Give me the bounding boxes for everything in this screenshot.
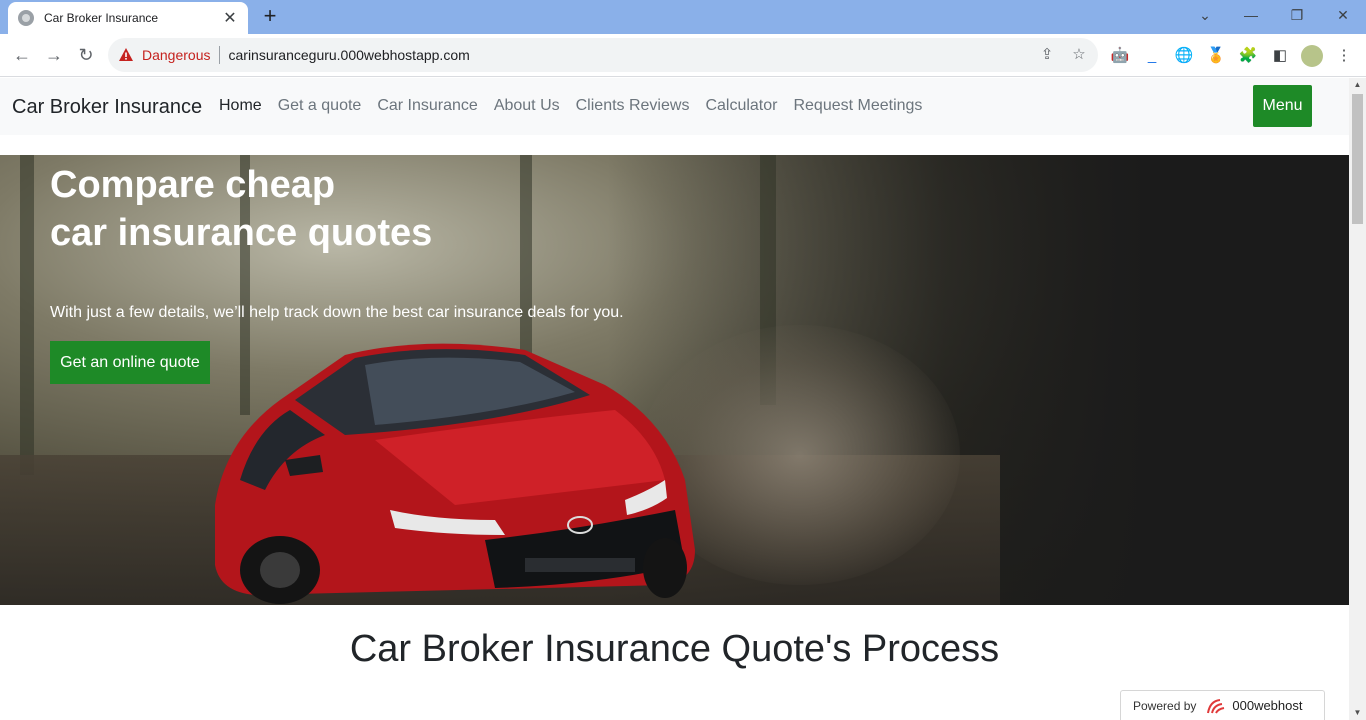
profile-avatar[interactable]: [1301, 45, 1323, 67]
globe-extension-icon[interactable]: 🌐: [1174, 46, 1194, 66]
side-panel-icon[interactable]: ◧: [1270, 46, 1290, 66]
puzzle-extensions-icon[interactable]: 🧩: [1238, 46, 1258, 66]
000webhost-logo-icon: [1207, 698, 1225, 714]
hero-banner: Compare cheap car insurance quotes With …: [0, 155, 1349, 605]
share-icon[interactable]: ⇪: [1038, 46, 1056, 64]
url-text[interactable]: carinsuranceguru.000webhostapp.com: [229, 47, 470, 63]
new-tab-button[interactable]: +: [258, 5, 282, 29]
close-window-button[interactable]: ✕: [1320, 4, 1366, 28]
nav-link-about-us[interactable]: About Us: [494, 97, 560, 115]
nav-link-car-insurance[interactable]: Car Insurance: [377, 97, 478, 115]
scrollbar-thumb[interactable]: [1352, 94, 1363, 224]
robot-extension-icon[interactable]: 🤖: [1110, 46, 1130, 66]
nav-link-home[interactable]: Home: [219, 97, 262, 115]
minus-extension-icon[interactable]: _: [1142, 46, 1162, 66]
site-navbar: Car Broker Insurance Home Get a quote Ca…: [0, 78, 1349, 135]
close-tab-icon[interactable]: ✕: [222, 8, 238, 28]
powered-by-badge[interactable]: Powered by 000webhost: [1120, 690, 1325, 720]
page-viewport: Car Broker Insurance Home Get a quote Ca…: [0, 78, 1349, 720]
hero-title-line2: car insurance quotes: [50, 212, 433, 254]
bookmark-star-icon[interactable]: ☆: [1070, 46, 1088, 64]
forward-button[interactable]: →: [41, 43, 67, 69]
tab-search-icon[interactable]: ⌄: [1182, 4, 1228, 28]
hero-title: Compare cheap car insurance quotes: [50, 161, 432, 257]
nav-link-clients-reviews[interactable]: Clients Reviews: [576, 97, 690, 115]
kebab-menu-icon[interactable]: ⋮: [1334, 46, 1354, 66]
hero-subtitle: With just a few details, we’ll help trac…: [50, 304, 624, 321]
red-car-image: [215, 343, 695, 604]
nav-link-get-a-quote[interactable]: Get a quote: [278, 97, 362, 115]
globe-icon: [18, 10, 34, 26]
page-scrollbar[interactable]: ▲ ▼: [1349, 78, 1366, 720]
000webhost-brand: 000webhost: [1232, 698, 1303, 713]
nav-links: Home Get a quote Car Insurance About Us …: [219, 97, 938, 115]
nav-link-request-meetings[interactable]: Request Meetings: [793, 97, 922, 115]
badge-extension-icon[interactable]: 🏅: [1206, 46, 1226, 66]
browser-tabbar: Car Broker Insurance ✕ + ⌄ — ❐ ✕: [0, 0, 1366, 34]
browser-toolbar: ← → ↻ Dangerous carinsuranceguru.000webh…: [0, 34, 1366, 77]
reload-button[interactable]: ↻: [73, 43, 99, 69]
browser-tab[interactable]: Car Broker Insurance ✕: [8, 2, 248, 34]
minimize-button[interactable]: —: [1228, 4, 1274, 28]
back-button[interactable]: ←: [9, 43, 35, 69]
powered-by-label: Powered by: [1133, 698, 1197, 713]
scroll-up-arrow-icon[interactable]: ▲: [1352, 80, 1363, 90]
divider: [218, 46, 220, 64]
restore-button[interactable]: ❐: [1274, 4, 1320, 28]
warning-icon: [119, 48, 133, 61]
nav-link-calculator[interactable]: Calculator: [705, 97, 777, 115]
scroll-down-arrow-icon[interactable]: ▼: [1352, 708, 1363, 718]
address-bar[interactable]: Dangerous carinsuranceguru.000webhostapp…: [108, 38, 1098, 72]
security-status[interactable]: Dangerous: [142, 47, 211, 63]
tree-trunk: [20, 155, 34, 475]
site-brand[interactable]: Car Broker Insurance: [12, 96, 202, 119]
menu-button[interactable]: Menu: [1253, 85, 1312, 127]
process-section-title: Car Broker Insurance Quote's Process: [349, 628, 1000, 670]
get-quote-button[interactable]: Get an online quote: [50, 341, 210, 384]
tab-title: Car Broker Insurance: [44, 11, 159, 25]
hero-title-line1: Compare cheap: [50, 164, 336, 206]
